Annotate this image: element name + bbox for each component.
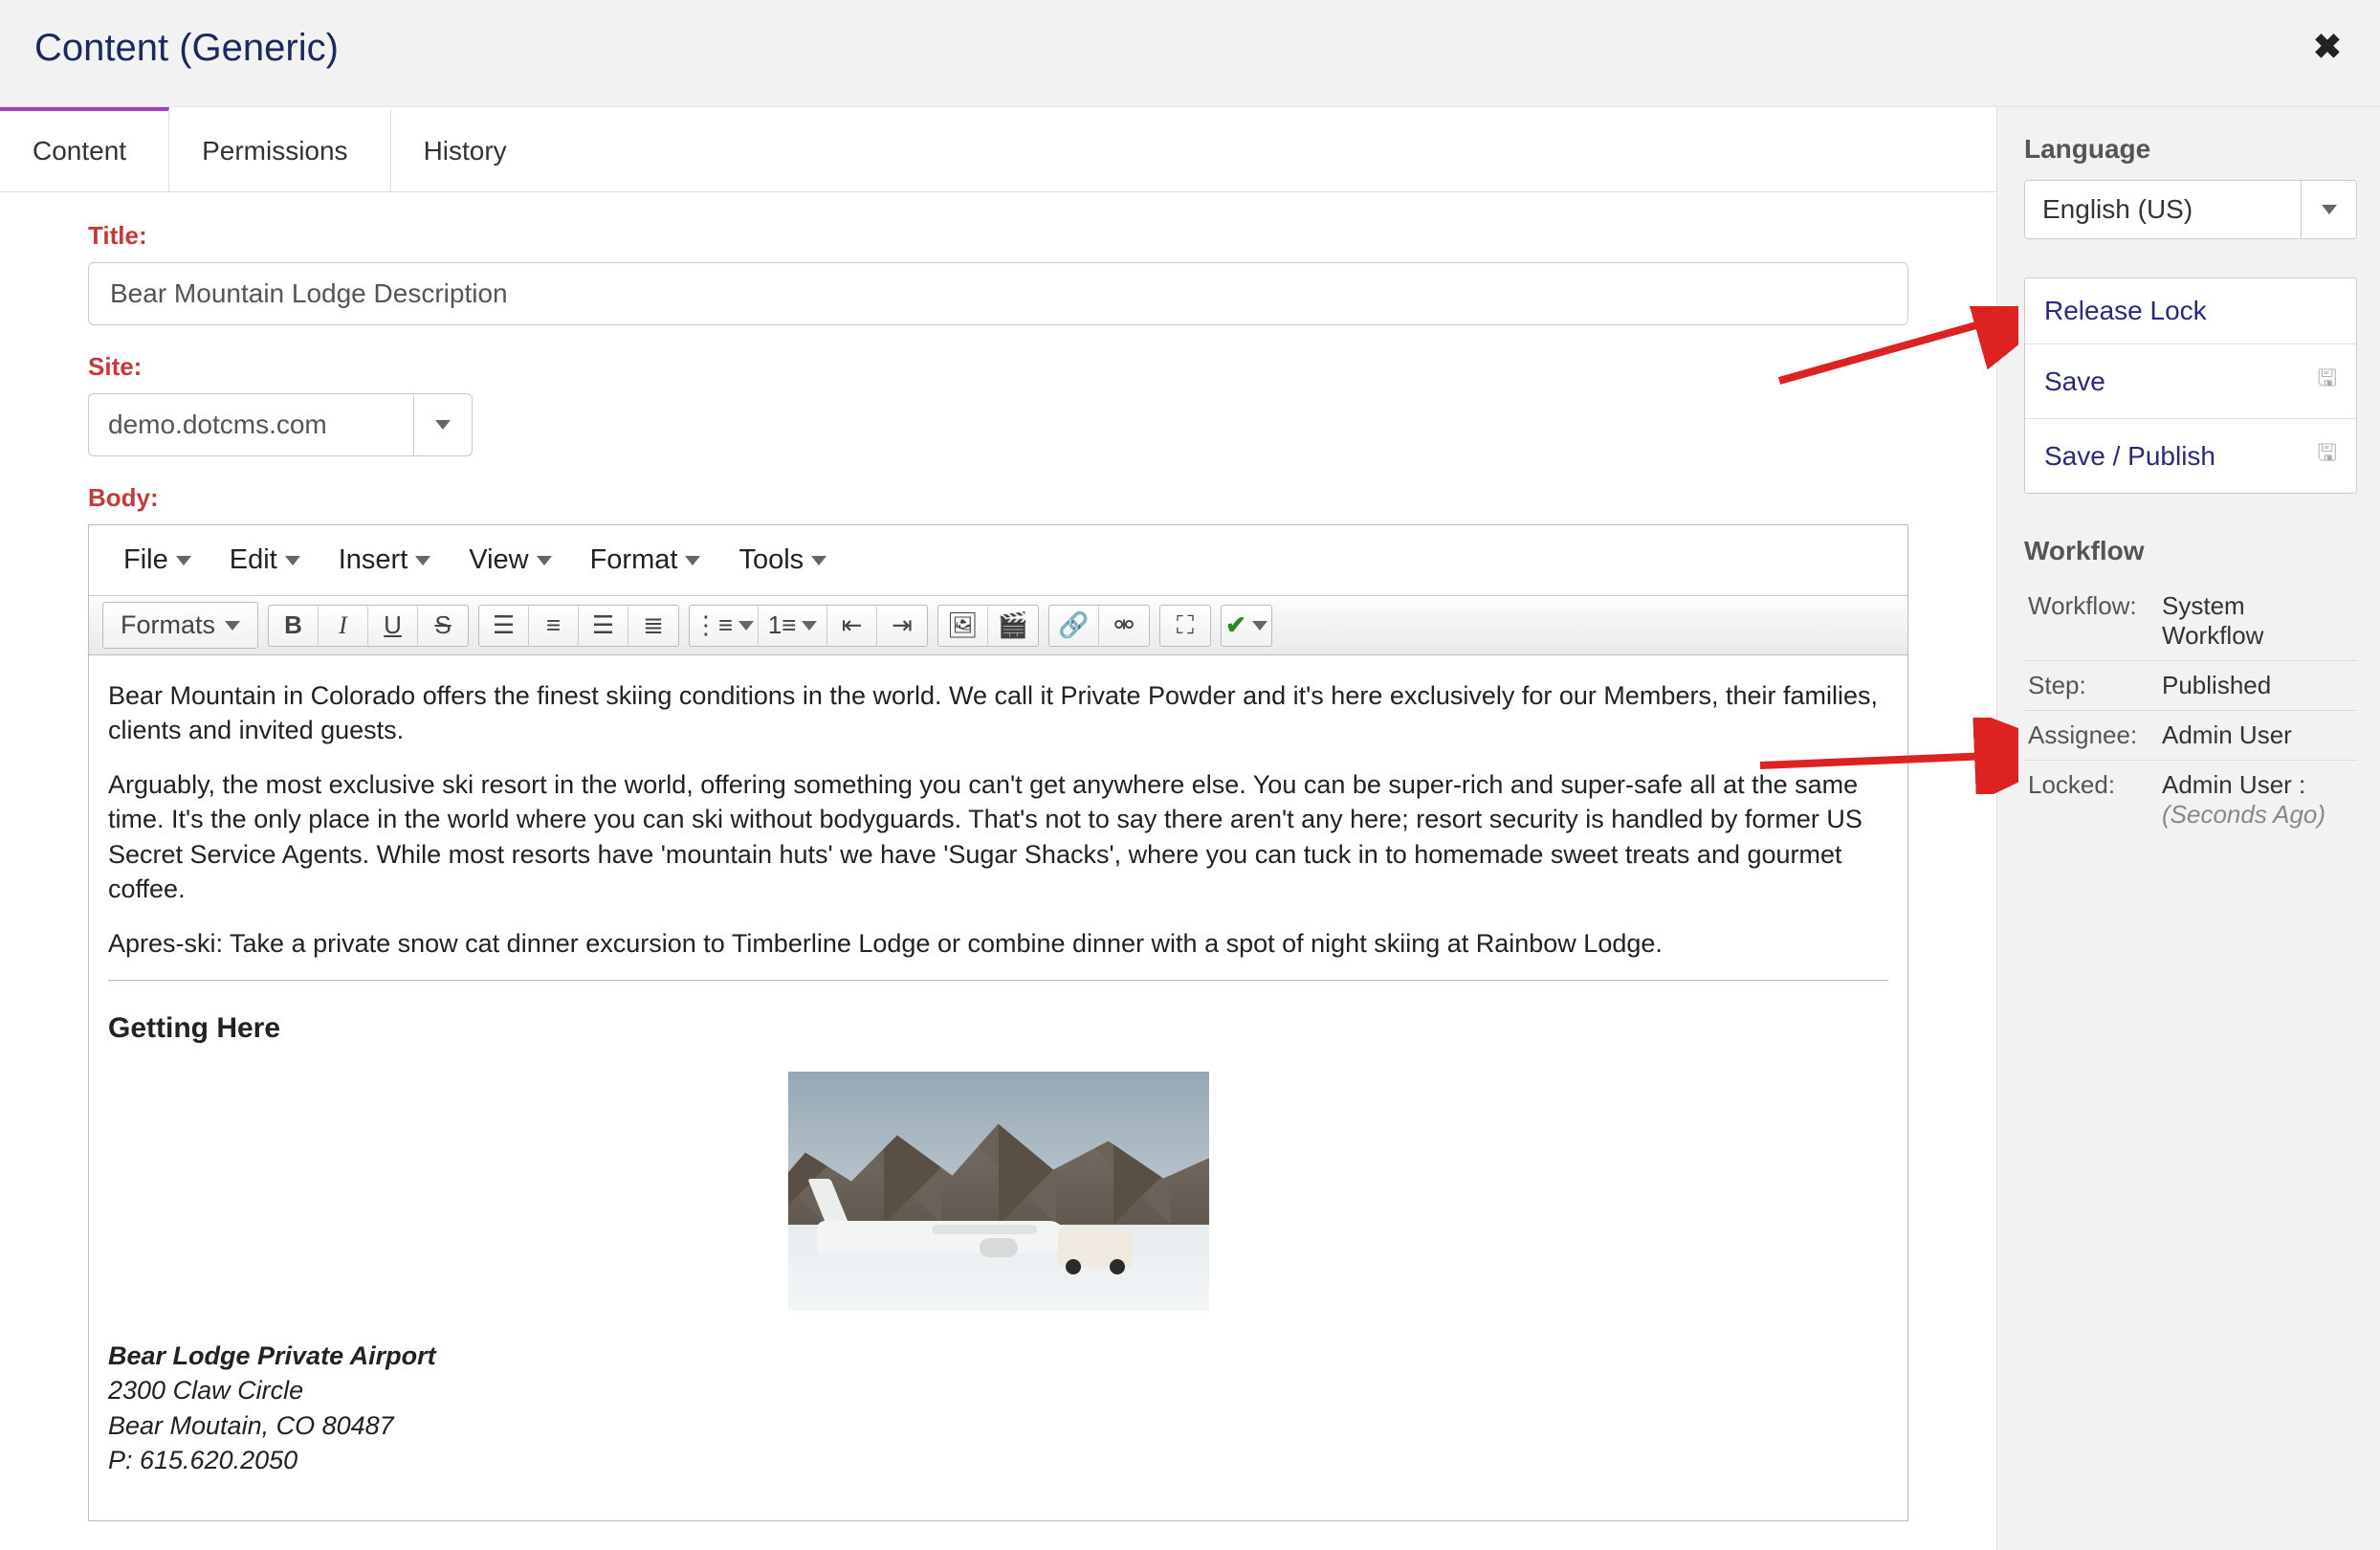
tab-content[interactable]: Content [0, 107, 169, 191]
save-icon: 🖫 [2318, 362, 2337, 401]
save-publish-button[interactable]: Save / Publish 🖫 [2025, 419, 2356, 493]
body-heading: Getting Here [108, 1009, 1888, 1049]
workflow-heading: Workflow [2024, 536, 2357, 566]
language-dropdown-toggle[interactable] [2301, 181, 2356, 238]
locked-label: Locked: [2028, 770, 2162, 830]
chevron-down-icon [537, 556, 552, 565]
title-label: Title: [88, 221, 1908, 251]
tab-bar: Content Permissions History [0, 107, 1996, 192]
locked-value: Admin User : (Seconds Ago) [2162, 770, 2353, 830]
align-center-button[interactable]: ≡ [529, 606, 579, 646]
editor-body[interactable]: Bear Mountain in Colorado offers the fin… [89, 655, 1907, 1520]
body-label: Body: [88, 483, 1908, 513]
chevron-down-icon [415, 556, 430, 565]
chevron-down-icon [1252, 621, 1267, 631]
menu-file[interactable]: File [104, 535, 210, 586]
body-image [788, 1072, 1209, 1311]
chevron-down-icon [176, 556, 191, 565]
chevron-down-icon [225, 621, 240, 631]
unlink-button[interactable]: ⚮ [1099, 606, 1149, 646]
body-paragraph: Arguably, the most exclusive ski resort … [108, 767, 1888, 907]
chevron-down-icon [811, 556, 826, 565]
bullet-list-button[interactable]: ⋮≡ [690, 606, 759, 646]
workflow-actions: Release Lock Save 🖫 Save / Publish 🖫 [2024, 277, 2357, 494]
link-button[interactable]: 🔗 [1049, 606, 1099, 646]
workflow-label: Workflow: [2028, 591, 2162, 651]
title-input[interactable] [88, 262, 1908, 325]
tab-permissions[interactable]: Permissions [169, 107, 390, 191]
release-lock-button[interactable]: Release Lock [2025, 278, 2356, 344]
chevron-down-icon [285, 556, 300, 565]
language-select[interactable]: English (US) [2024, 180, 2357, 239]
chevron-down-icon [685, 556, 700, 565]
save-button[interactable]: Save 🖫 [2025, 344, 2356, 419]
numbered-list-button[interactable]: 1≡ [759, 606, 827, 646]
body-paragraph: Apres-ski: Take a private snow cat dinne… [108, 926, 1888, 961]
outdent-button[interactable]: ⇤ [827, 606, 877, 646]
menu-edit[interactable]: Edit [210, 535, 320, 586]
italic-button[interactable]: I [319, 606, 368, 646]
step-value: Published [2162, 671, 2353, 700]
workflow-info: Workflow: System Workflow Step: Publishe… [2024, 582, 2357, 839]
video-button[interactable]: 🎬 [988, 606, 1038, 646]
page-title: Content (Generic) [34, 27, 339, 70]
align-right-button[interactable]: ☰ [579, 606, 628, 646]
wysiwyg-editor: File Edit Insert View Format Tools Forma… [88, 524, 1908, 1521]
strikethrough-button[interactable]: S [418, 606, 468, 646]
body-address: Bear Lodge Private Airport 2300 Claw Cir… [108, 1339, 1888, 1478]
chevron-down-icon [2322, 205, 2337, 214]
menu-view[interactable]: View [450, 535, 570, 586]
horizontal-rule [108, 980, 1888, 981]
validate-button[interactable]: ✔ [1222, 606, 1271, 646]
chevron-down-icon [435, 420, 451, 430]
body-paragraph: Bear Mountain in Colorado offers the fin… [108, 678, 1888, 748]
image-button[interactable]: 🖼 [938, 606, 988, 646]
formats-dropdown[interactable]: Formats [102, 602, 258, 649]
align-left-button[interactable]: ☰ [479, 606, 529, 646]
menu-format[interactable]: Format [571, 535, 720, 586]
menu-insert[interactable]: Insert [320, 535, 451, 586]
close-icon[interactable]: ✖ [2313, 27, 2346, 67]
assignee-label: Assignee: [2028, 720, 2162, 750]
chevron-down-icon [738, 621, 754, 631]
indent-button[interactable]: ⇥ [877, 606, 927, 646]
chevron-down-icon [802, 621, 817, 631]
language-heading: Language [2024, 134, 2357, 165]
underline-button[interactable]: U [368, 606, 418, 646]
save-icon: 🖫 [2318, 436, 2337, 476]
site-dropdown-toggle[interactable] [413, 393, 473, 456]
assignee-value: Admin User [2162, 720, 2353, 750]
tab-history[interactable]: History [391, 107, 549, 191]
menu-tools[interactable]: Tools [719, 535, 846, 586]
site-label: Site: [88, 352, 1908, 382]
fullscreen-button[interactable]: ⛶ [1160, 606, 1210, 646]
bold-button[interactable]: B [269, 606, 319, 646]
step-label: Step: [2028, 671, 2162, 700]
align-justify-button[interactable]: ≣ [628, 606, 678, 646]
language-value: English (US) [2025, 181, 2301, 238]
workflow-value: System Workflow [2162, 591, 2353, 651]
site-select[interactable]: demo.dotcms.com [88, 393, 413, 456]
